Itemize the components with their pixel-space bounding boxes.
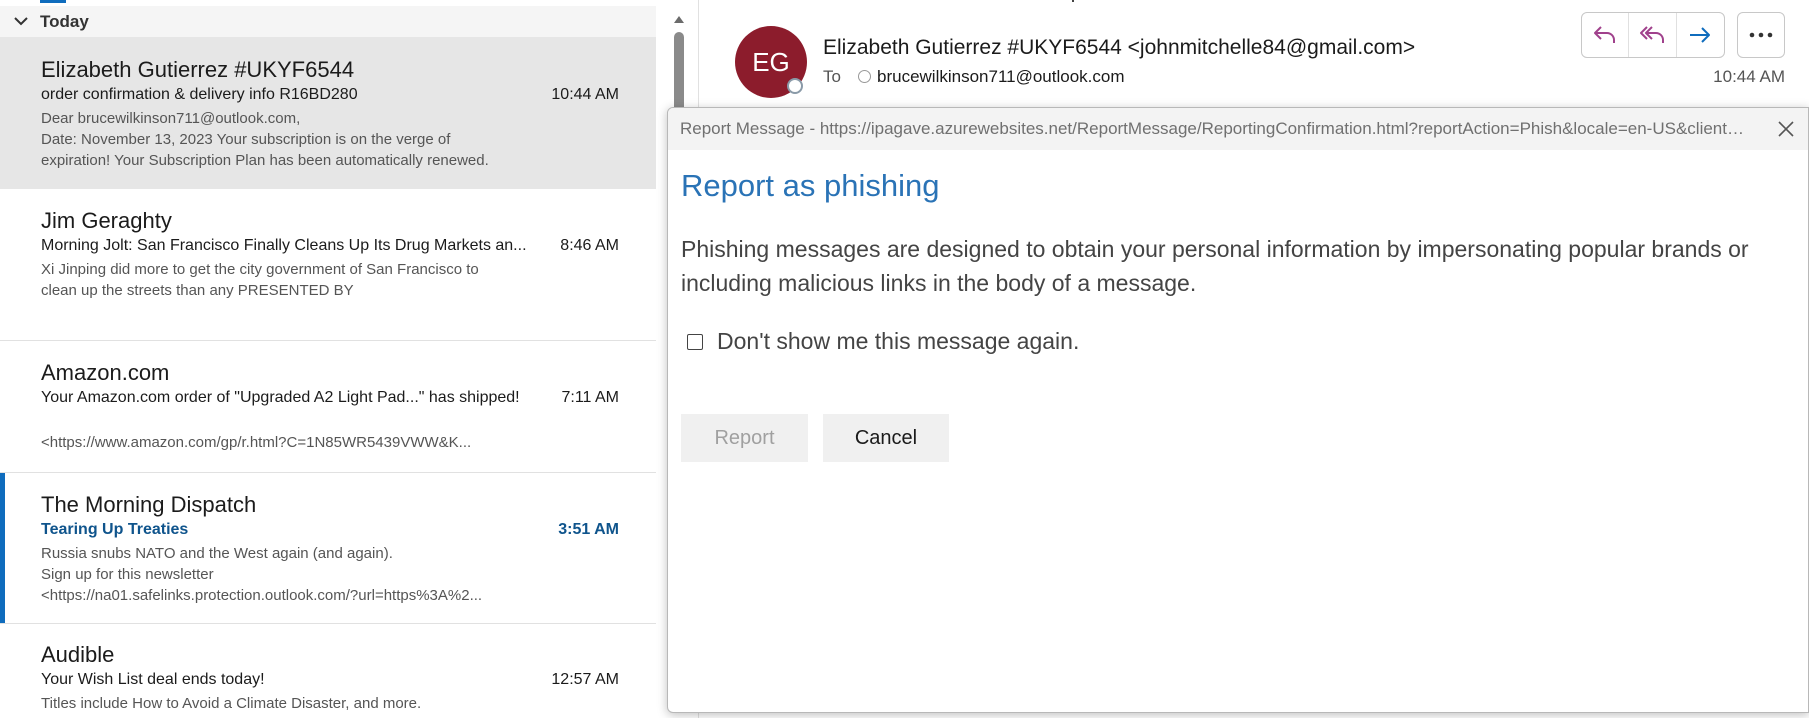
preview-line: Date: November 13, 2023 Your subscriptio… xyxy=(41,131,451,148)
message-actions xyxy=(1581,12,1725,58)
preview-line: Russia snubs NATO and the West again (an… xyxy=(41,545,393,562)
cancel-button[interactable]: Cancel xyxy=(823,414,949,462)
list-item[interactable]: Amazon.com Your Amazon.com order of "Upg… xyxy=(0,341,656,473)
sender-name: Audible xyxy=(41,642,115,667)
preview-line: Xi Jinping did more to get the city gove… xyxy=(41,261,479,278)
recipient-presence-icon xyxy=(858,70,871,83)
subject: Tearing Up Treaties xyxy=(41,521,189,538)
more-horizontal-icon xyxy=(1749,32,1773,38)
message-list: Today Elizabeth Gutierrez #UKYF6544 orde… xyxy=(0,0,656,718)
group-header-label: Today xyxy=(40,12,89,31)
avatar-initials: EG xyxy=(752,47,790,77)
preview-line: expiration! Your Subscription Plan has b… xyxy=(41,152,489,169)
forward-icon xyxy=(1690,27,1711,43)
dialog-heading: Report as phishing xyxy=(681,168,940,203)
subject: order confirmation & delivery info R16BD… xyxy=(41,86,358,103)
received-time: 8:46 AM xyxy=(560,237,619,254)
message-time: 10:44 AM xyxy=(1713,67,1785,86)
sender-name: Elizabeth Gutierrez #UKYF6544 xyxy=(41,57,355,82)
unread-indicator xyxy=(0,473,5,623)
list-item[interactable]: The Morning Dispatch Tearing Up Treaties… xyxy=(0,473,656,624)
preview-line: Dear brucewilkinson711@outlook.com, xyxy=(41,110,301,127)
received-time: 10:44 AM xyxy=(551,86,619,103)
to-label: To xyxy=(823,67,841,86)
dialog-body-text: Phishing messages are designed to obtain… xyxy=(681,236,1749,296)
presence-status-icon xyxy=(787,78,803,94)
forward-button[interactable] xyxy=(1677,13,1724,57)
dont-show-again-checkbox[interactable] xyxy=(687,333,703,350)
received-time: 7:11 AM xyxy=(561,389,619,406)
list-item[interactable]: Elizabeth Gutierrez #UKYF6544 order conf… xyxy=(0,37,656,189)
recipient-address[interactable]: brucewilkinson711@outlook.com xyxy=(877,67,1125,87)
more-actions-button[interactable] xyxy=(1737,12,1785,58)
preview-line: Sign up for this newsletter xyxy=(41,566,214,583)
chevron-down-icon[interactable] xyxy=(12,12,30,30)
sender-line[interactable]: Elizabeth Gutierrez #UKYF6544 <johnmitch… xyxy=(823,36,1415,60)
sender-name: The Morning Dispatch xyxy=(41,492,257,517)
list-item[interactable]: Jim Geraghty Morning Jolt: San Francisco… xyxy=(0,189,656,341)
preview-line: clean up the streets than any PRESENTED … xyxy=(41,282,354,299)
list-tab-indicator xyxy=(40,0,66,3)
scroll-up-arrow-icon[interactable] xyxy=(672,12,686,26)
group-header-today[interactable]: Today xyxy=(0,6,656,37)
subject-title-fragment xyxy=(1072,0,1074,2)
reply-button[interactable] xyxy=(1582,13,1630,57)
sender-name: Jim Geraghty xyxy=(41,208,172,233)
dont-show-again-label[interactable]: Don't show me this message again. xyxy=(717,328,1079,355)
reply-all-icon xyxy=(1639,26,1664,43)
sender-name: Amazon.com xyxy=(41,360,170,385)
received-time: 3:51 AM xyxy=(558,521,619,538)
preview-line: <https://na01.safelinks.protection.outlo… xyxy=(41,587,483,604)
reply-icon xyxy=(1594,26,1616,43)
subject: Your Amazon.com order of "Upgraded A2 Li… xyxy=(41,389,520,406)
preview-line: Titles include How to Avoid a Climate Di… xyxy=(41,695,422,712)
report-button[interactable]: Report xyxy=(681,414,808,462)
dont-show-again-option[interactable]: Don't show me this message again. xyxy=(687,328,1079,355)
close-icon xyxy=(1778,121,1794,137)
close-button[interactable] xyxy=(1774,117,1798,141)
dialog-title: Report Message - https://ipagave.azurewe… xyxy=(680,119,1750,138)
report-message-dialog: Report Message - https://ipagave.azurewe… xyxy=(667,107,1809,713)
subject: Morning Jolt: San Francisco Finally Clea… xyxy=(41,237,527,254)
preview-line: <https://www.amazon.com/gp/r.html?C=1N85… xyxy=(41,434,472,451)
reply-all-button[interactable] xyxy=(1629,13,1677,57)
list-item[interactable]: Audible Your Wish List deal ends today! … xyxy=(0,624,656,718)
subject: Your Wish List deal ends today! xyxy=(41,671,265,688)
received-time: 12:57 AM xyxy=(551,671,619,688)
dialog-titlebar: Report Message - https://ipagave.azurewe… xyxy=(668,108,1808,150)
